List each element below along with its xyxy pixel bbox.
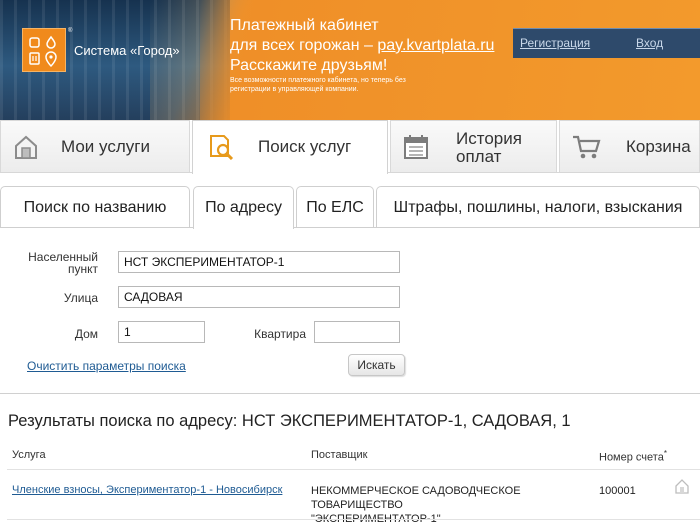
tab-my-services[interactable]: Мои услуги bbox=[0, 120, 190, 172]
locality-input[interactable] bbox=[118, 251, 400, 273]
column-header-service: Услуга bbox=[12, 449, 46, 461]
promo-link[interactable]: pay.kvartplata.ru bbox=[377, 37, 494, 54]
search-document-icon bbox=[210, 135, 234, 160]
tab-label: История оплат bbox=[456, 129, 522, 166]
row-separator bbox=[7, 469, 700, 470]
tab-cart[interactable]: Корзина bbox=[559, 120, 700, 172]
main-tabs: Мои услуги Поиск услуг История оплат Кор… bbox=[0, 120, 700, 174]
search-button[interactable]: Искать bbox=[348, 354, 405, 376]
house-icon bbox=[15, 135, 37, 159]
promo-note: Все возможности платежного кабинета, но … bbox=[230, 77, 406, 93]
locality-label: Населенный пункт bbox=[28, 250, 98, 276]
auth-bar: Регистрация Вход bbox=[513, 28, 700, 58]
logo-icons bbox=[29, 35, 57, 68]
tab-label: Мои услуги bbox=[61, 137, 150, 156]
column-header-provider: Поставщик bbox=[311, 449, 368, 461]
promo-text: Платежный кабинет для всех горожан – pay… bbox=[230, 17, 495, 74]
row-separator bbox=[7, 519, 700, 520]
account-number: 100001 bbox=[599, 485, 636, 497]
tab-search-by-els[interactable]: По ЕЛС bbox=[296, 186, 374, 227]
divider bbox=[0, 393, 700, 394]
tab-search-services[interactable]: Поиск услуг bbox=[192, 120, 388, 174]
brand-name: Система «Город» bbox=[74, 43, 180, 58]
login-link[interactable]: Вход bbox=[636, 36, 663, 50]
apartment-label: Квартира bbox=[254, 327, 306, 341]
registered-mark: ® bbox=[68, 28, 73, 34]
tab-label: Корзина bbox=[626, 137, 691, 156]
provider-name: НЕКОММЕРЧЕСКОЕ САДОВОДЧЕСКОЕ ТОВАРИЩЕСТВ… bbox=[311, 485, 521, 523]
calendar-icon bbox=[404, 135, 428, 159]
header-banner: ® Система «Город» Платежный кабинет для … bbox=[0, 0, 700, 120]
tab-label: Поиск услуг bbox=[258, 137, 352, 156]
apartment-input[interactable] bbox=[314, 321, 400, 343]
house-label: Дом bbox=[74, 327, 98, 341]
house-icon[interactable] bbox=[674, 478, 690, 494]
tab-search-by-address[interactable]: По адресу bbox=[193, 186, 294, 229]
tab-search-by-name[interactable]: Поиск по названию bbox=[0, 186, 190, 227]
tab-fines-fees[interactable]: Штрафы, пошлины, налоги, взыскания bbox=[376, 186, 700, 227]
logo bbox=[22, 28, 66, 72]
search-mode-tabs: Поиск по названию По адресу По ЕЛС Штраф… bbox=[0, 186, 700, 229]
clear-search-link[interactable]: Очистить параметры поиска bbox=[27, 359, 186, 373]
street-label: Улица bbox=[63, 291, 98, 305]
column-header-account: Номер счета* bbox=[599, 449, 667, 464]
register-link[interactable]: Регистрация bbox=[520, 36, 590, 50]
house-input[interactable] bbox=[118, 321, 205, 343]
cart-icon bbox=[573, 135, 601, 159]
street-input[interactable] bbox=[118, 286, 400, 308]
service-link[interactable]: Членские взносы, Экспериментатор-1 - Нов… bbox=[12, 483, 282, 497]
results-title: Результаты поиска по адресу: НСТ ЭКСПЕРИ… bbox=[8, 412, 571, 430]
tab-payment-history[interactable]: История оплат bbox=[390, 120, 557, 172]
